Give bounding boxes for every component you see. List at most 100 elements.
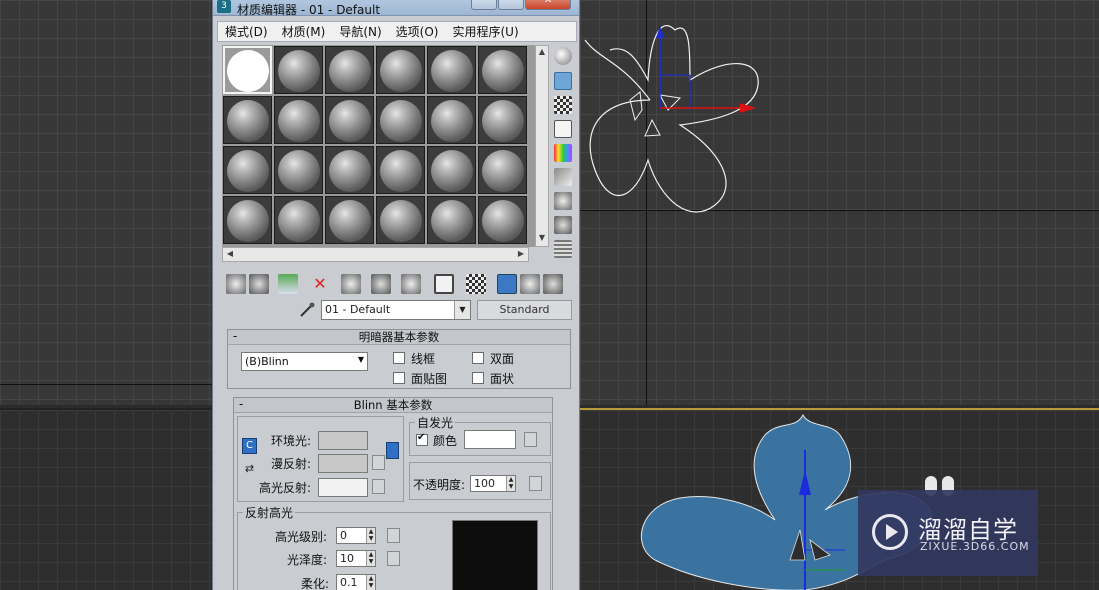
title-bar[interactable]: 3 材质编辑器 - 01 - Default (213, 0, 579, 17)
get-material-icon[interactable] (226, 274, 246, 294)
lock-diffuse-map-button[interactable] (386, 442, 399, 459)
scroll-right-icon[interactable]: ▶ (515, 249, 527, 261)
self-illum-color-checkbox[interactable] (416, 432, 428, 446)
faceted-checkbox[interactable] (472, 372, 484, 384)
close-button[interactable] (525, 0, 571, 10)
flower-outline[interactable] (580, 0, 780, 230)
minimize-button[interactable] (471, 0, 497, 10)
material-sample-slot[interactable] (274, 196, 323, 244)
material-sample-slot[interactable] (223, 96, 272, 144)
options-icon[interactable] (554, 192, 572, 210)
material-id-icon[interactable] (434, 274, 454, 294)
scroll-left-icon[interactable]: ◀ (224, 249, 236, 261)
select-by-material-icon[interactable] (554, 216, 572, 234)
collapse-icon[interactable]: - (239, 397, 243, 412)
material-sample-slot[interactable] (223, 146, 272, 194)
diffuse-color-swatch[interactable] (318, 454, 368, 473)
material-sample-slot[interactable] (274, 146, 323, 194)
lock-icon[interactable]: ⇄ (242, 462, 257, 478)
put-to-library-icon[interactable] (401, 274, 421, 294)
put-material-icon[interactable] (249, 274, 269, 294)
viewport-top-left[interactable] (0, 0, 212, 405)
scroll-down-icon[interactable]: ▼ (537, 233, 547, 245)
material-sample-slot[interactable] (376, 96, 425, 144)
rollout-header-shader[interactable]: - 明暗器基本参数 (228, 329, 570, 345)
glossiness-map-button[interactable] (387, 551, 400, 566)
spinner-arrows-icon[interactable]: ▲ ▼ (366, 575, 375, 590)
glossiness-spinner[interactable]: 10 ▲ ▼ (336, 550, 376, 567)
maximize-button[interactable] (498, 0, 524, 10)
material-sample-slot[interactable] (478, 196, 527, 244)
eyedropper-icon[interactable] (298, 301, 316, 319)
make-unique-icon[interactable] (371, 274, 391, 294)
scroll-up-icon[interactable]: ▲ (537, 47, 547, 59)
material-sample-slot[interactable] (427, 46, 476, 94)
menu-options[interactable]: 选项(O) (389, 23, 446, 40)
material-sample-slot[interactable] (223, 46, 272, 94)
face-map-checkbox[interactable] (393, 372, 405, 384)
viewport-top-right[interactable] (580, 0, 1099, 405)
horizontal-scrollbar[interactable]: ◀ ▶ (222, 247, 529, 262)
material-sample-slot[interactable] (478, 146, 527, 194)
material-sample-slot[interactable] (478, 96, 527, 144)
wire-checkbox[interactable] (393, 352, 405, 364)
spinner-arrows-icon[interactable]: ▲ ▼ (366, 528, 375, 543)
opacity-spinner[interactable]: 100 ▲ ▼ (470, 475, 516, 492)
two-sided-checkbox[interactable] (472, 352, 484, 364)
backlight-icon[interactable] (554, 72, 572, 90)
material-sample-slot[interactable] (478, 46, 527, 94)
go-forward-sibling-icon[interactable] (543, 274, 563, 294)
go-to-parent-icon[interactable] (520, 274, 540, 294)
material-sample-slot[interactable] (376, 146, 425, 194)
material-sample-slot[interactable] (274, 46, 323, 94)
copy-material-icon[interactable] (341, 274, 361, 294)
lock-ambient-diffuse-button[interactable]: C (242, 438, 257, 454)
material-sample-slot[interactable] (427, 196, 476, 244)
spinner-arrows-icon[interactable]: ▲ ▼ (506, 476, 515, 491)
diffuse-map-button[interactable] (372, 455, 385, 470)
specular-map-button[interactable] (372, 479, 385, 494)
reset-material-icon[interactable]: ✕ (310, 274, 330, 294)
material-editor-window[interactable]: 3 材质编辑器 - 01 - Default 模式(D) 材质(M) 导航(N)… (212, 0, 580, 590)
show-map-icon[interactable] (466, 274, 486, 294)
viewport-bottom-left[interactable] (0, 408, 212, 590)
material-navigator-icon[interactable] (554, 240, 572, 258)
make-preview-icon[interactable] (554, 168, 572, 186)
material-sample-slot[interactable] (325, 96, 374, 144)
material-sample-slot[interactable] (427, 146, 476, 194)
ambient-color-swatch[interactable] (318, 431, 368, 450)
chevron-down-icon[interactable]: ▼ (454, 301, 470, 319)
specular-level-map-button[interactable] (387, 528, 400, 543)
self-illum-map-button[interactable] (524, 432, 537, 447)
assign-material-icon[interactable] (278, 274, 298, 294)
menu-mode[interactable]: 模式(D) (218, 23, 275, 40)
shader-dropdown[interactable]: (B)Blinn ▼ (241, 352, 368, 371)
material-sample-slot[interactable] (427, 96, 476, 144)
menu-utilities[interactable]: 实用程序(U) (445, 23, 525, 40)
spinner-arrows-icon[interactable]: ▲ ▼ (366, 551, 375, 566)
soften-spinner[interactable]: 0.1 ▲ ▼ (336, 574, 376, 590)
material-name-field[interactable]: 01 - Default ▼ (321, 300, 471, 320)
material-sample-slot[interactable] (325, 196, 374, 244)
material-sample-slot[interactable] (223, 196, 272, 244)
collapse-icon[interactable]: - (233, 329, 237, 344)
material-sample-slot[interactable] (325, 146, 374, 194)
opacity-map-button[interactable] (529, 476, 542, 491)
material-sample-slot[interactable] (325, 46, 374, 94)
material-sample-slot[interactable] (376, 196, 425, 244)
material-type-button[interactable]: Standard (477, 300, 572, 320)
rollout-header-blinn[interactable]: - Blinn 基本参数 (234, 397, 552, 413)
specular-color-swatch[interactable] (318, 478, 368, 497)
material-sample-slot[interactable] (376, 46, 425, 94)
menu-navigation[interactable]: 导航(N) (332, 23, 388, 40)
material-sample-slot[interactable] (274, 96, 323, 144)
video-color-check-icon[interactable] (554, 144, 572, 162)
specular-level-spinner[interactable]: 0 ▲ ▼ (336, 527, 376, 544)
sample-uv-tiling-icon[interactable] (554, 120, 572, 138)
show-end-result-icon[interactable] (497, 274, 517, 294)
menu-material[interactable]: 材质(M) (275, 23, 333, 40)
background-checker-icon[interactable] (554, 96, 572, 114)
sample-type-icon[interactable] (554, 47, 572, 65)
vertical-scrollbar[interactable]: ▲ ▼ (535, 45, 549, 247)
self-illum-color-swatch[interactable] (464, 430, 516, 449)
